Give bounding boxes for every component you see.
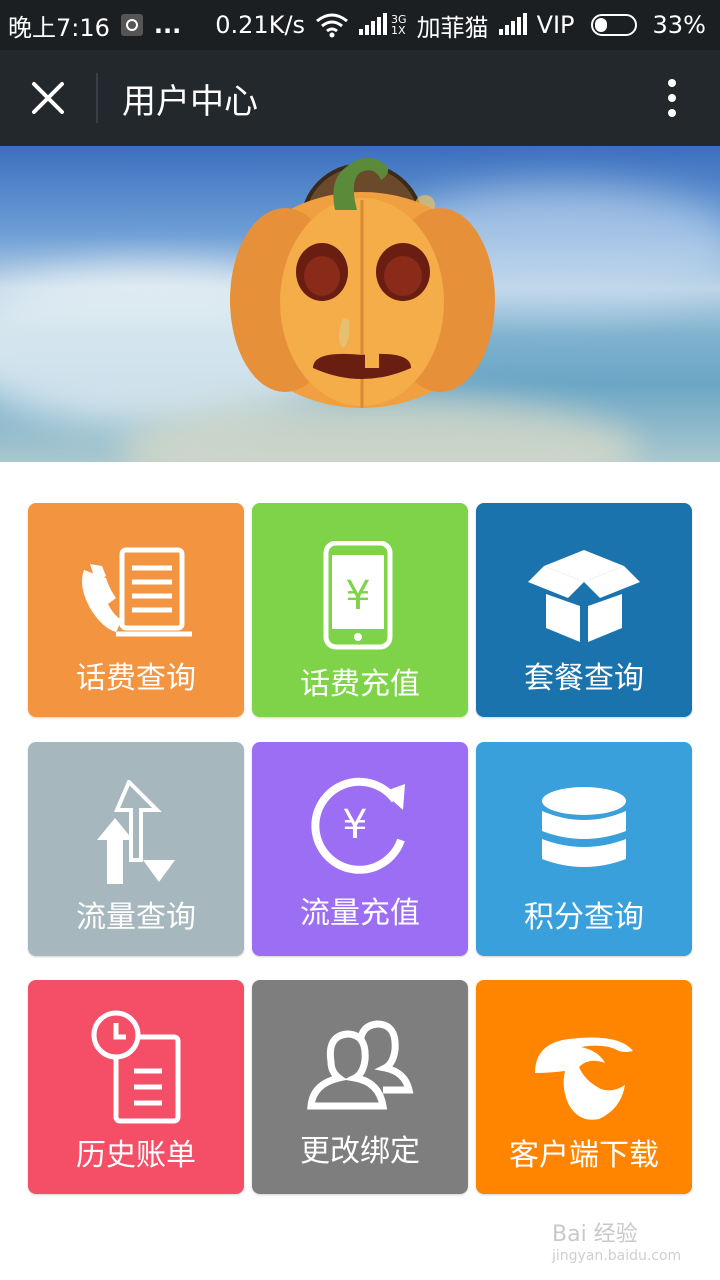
tile-label: 积分查询	[524, 900, 644, 935]
tile-change-binding[interactable]: 更改绑定	[252, 980, 468, 1194]
tile-label: 流量查询	[76, 900, 196, 935]
tile-label: 流量充值	[300, 896, 420, 931]
tile-label: 话费充值	[300, 667, 420, 702]
status-speed: 0.21K/s	[215, 11, 306, 39]
tile-label: 更改绑定	[300, 1134, 420, 1169]
tile-points-query[interactable]: 积分查询	[476, 742, 692, 956]
signal-3g-icon: 3G 1X	[359, 13, 407, 37]
carrier-name: 加菲猫	[416, 13, 489, 42]
wifi-icon	[315, 12, 349, 38]
users-icon	[252, 994, 468, 1124]
signal-icon	[498, 13, 527, 37]
tile-label: 客户端下载	[509, 1138, 659, 1173]
vip-label: VIP	[536, 11, 575, 39]
app-toolbar: 用户中心	[0, 50, 720, 146]
status-dots: ...	[153, 11, 182, 39]
history-bill-icon	[28, 1002, 244, 1132]
tile-traffic-query[interactable]: 流量查询	[28, 742, 244, 956]
more-options-button[interactable]	[624, 50, 720, 146]
tile-package-query[interactable]: 套餐查询	[476, 503, 692, 717]
tile-label: 套餐查询	[524, 661, 644, 696]
tile-label: 历史账单	[76, 1138, 196, 1173]
tile-history-bill[interactable]: 历史账单	[28, 980, 244, 1194]
pumpkin-avatar[interactable]	[225, 150, 500, 415]
tile-client-download[interactable]: 客户端下载	[476, 980, 692, 1194]
watermark-url: jingyan.baidu.com	[552, 1248, 682, 1264]
close-icon	[32, 82, 64, 114]
notification-icon	[120, 13, 144, 37]
watermark-brand: Bai 经验	[552, 1222, 638, 1247]
battery-icon	[585, 14, 643, 36]
network-sub-label: 1X	[391, 24, 406, 37]
package-box-icon	[476, 531, 692, 661]
more-vertical-icon	[668, 79, 676, 117]
tile-bill-recharge[interactable]: ¥ 话费充值	[252, 503, 468, 717]
close-button[interactable]	[0, 50, 96, 146]
status-time: 晚上7:16	[8, 13, 110, 42]
page-title: 用户中心	[122, 81, 258, 122]
baidu-watermark: Bai 经验 jingyan.baidu.com	[552, 1216, 681, 1264]
tile-bill-query[interactable]: 话费查询	[28, 503, 244, 717]
toolbar-divider	[96, 73, 98, 123]
status-bar: 晚上7:16 ... 0.21K/s 3G 1X 加菲猫 VIP 33%	[0, 0, 720, 50]
tile-traffic-recharge[interactable]: ¥ 流量充值	[252, 742, 468, 956]
svg-text:¥: ¥	[345, 573, 370, 619]
svg-text:¥: ¥	[342, 802, 367, 848]
phone-yuan-icon: ¥	[252, 531, 468, 661]
yuan-refresh-icon: ¥	[252, 760, 468, 890]
battery-percent: 33%	[652, 11, 706, 39]
telecom-logo-icon	[476, 1008, 692, 1138]
database-icon	[476, 770, 692, 900]
traffic-arrows-icon	[28, 770, 244, 900]
tile-label: 话费查询	[76, 661, 196, 696]
phone-bill-icon	[28, 531, 244, 661]
